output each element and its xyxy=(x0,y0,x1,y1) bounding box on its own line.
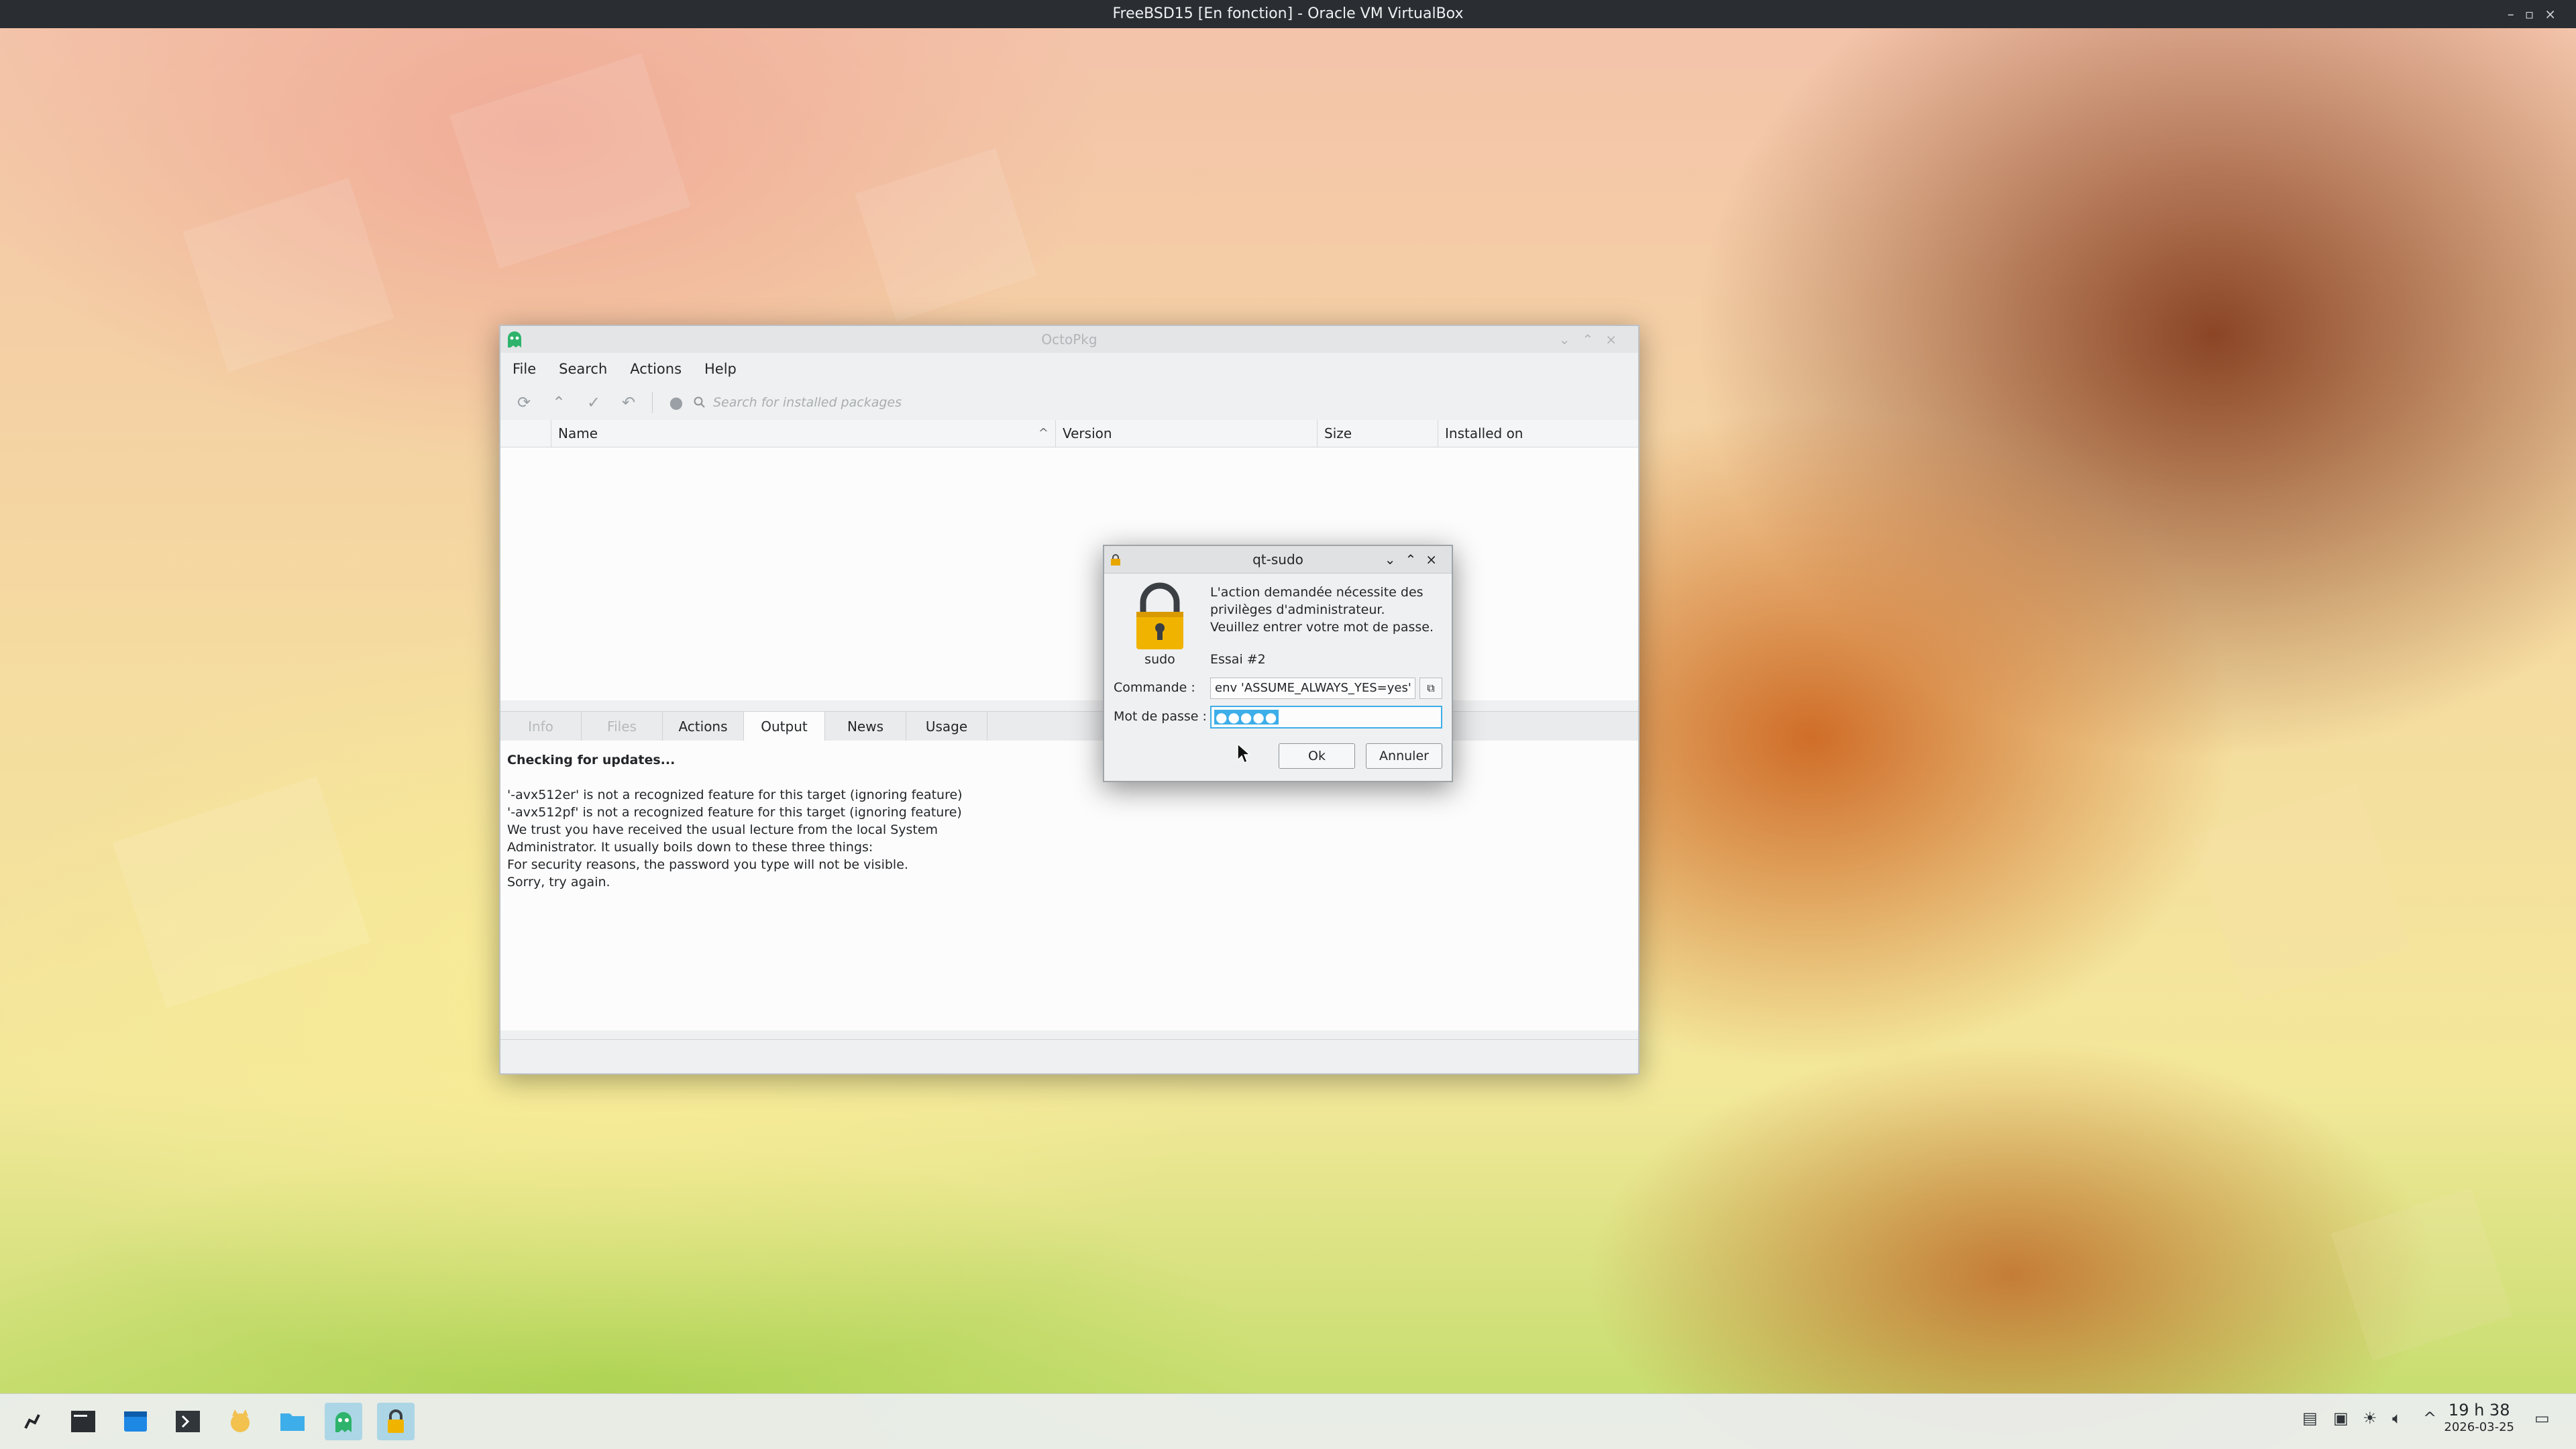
output-line: Sorry, try again. xyxy=(507,875,610,890)
qt-sudo-dialog: qt-sudo ⌄⌃× sudo L'action demandée néces… xyxy=(1103,545,1453,782)
mouse-cursor-icon xyxy=(1237,743,1251,764)
details-tabs: Info Files Actions Output News Usage xyxy=(500,711,1638,741)
tab-info[interactable]: Info xyxy=(500,712,582,741)
command-field[interactable]: env 'ASSUME_ALWAYS_YES=yes' / xyxy=(1210,678,1415,699)
tab-usage[interactable]: Usage xyxy=(906,712,987,741)
octopkg-window-controls[interactable]: ⌄⌃× xyxy=(1559,326,1629,353)
output-heading: Checking for updates... xyxy=(507,753,676,767)
output-line: '-avx512pf' is not a recognized feature … xyxy=(507,805,962,820)
output-line: Administrator. It usually boils down to … xyxy=(507,840,873,855)
ghost-icon xyxy=(335,1412,352,1432)
package-table: Name ^ Version Size Installed on xyxy=(500,420,1638,700)
package-search-field[interactable]: Search for installed packages xyxy=(693,395,902,410)
tab-files[interactable]: Files xyxy=(582,712,663,741)
clipboard-icon[interactable]: ▤ xyxy=(2302,1409,2318,1428)
taskbar-fox-app[interactable] xyxy=(221,1403,259,1440)
toolbar: ⟳ ⌃ ✓ ↶ ● Search for installed packages xyxy=(500,385,1638,421)
command-label: Commande : xyxy=(1114,680,1195,695)
taskbar-octopkg[interactable] xyxy=(325,1403,362,1440)
output-line: For security reasons, the password you t… xyxy=(507,857,908,872)
menu-file[interactable]: File xyxy=(513,361,536,377)
volume-icon[interactable]: 🔈︎ xyxy=(2392,1409,2402,1428)
cancel-button[interactable]: Annuler xyxy=(1366,743,1442,769)
menu-search[interactable]: Search xyxy=(559,361,607,377)
folder-icon xyxy=(280,1413,305,1431)
lock-icon xyxy=(388,1409,404,1433)
column-version[interactable]: Version xyxy=(1056,420,1318,447)
console-icon xyxy=(176,1411,200,1432)
dialog-window-controls[interactable]: ⌄⌃× xyxy=(1385,546,1446,573)
output-line: We trust you have received the usual lec… xyxy=(507,822,938,837)
brightness-icon[interactable]: ☀ xyxy=(2363,1409,2377,1428)
tab-output[interactable]: Output xyxy=(744,712,825,741)
password-value: ●●●●● xyxy=(1214,709,1279,725)
vm-window-title: FreeBSD15 [En fonction] - Oracle VM Virt… xyxy=(1112,5,1464,22)
menu-help[interactable]: Help xyxy=(704,361,737,377)
attempt-counter: Essai #2 xyxy=(1210,652,1266,667)
status-bar xyxy=(500,1039,1638,1073)
column-name[interactable]: Name ^ xyxy=(551,420,1056,447)
clock-time: 19 h 38 xyxy=(2448,1401,2510,1419)
taskbar-file-manager[interactable] xyxy=(274,1403,311,1440)
tab-news[interactable]: News xyxy=(825,712,906,741)
terminal-icon xyxy=(71,1411,95,1432)
copy-icon: ⧉ xyxy=(1427,682,1435,694)
sudo-label: sudo xyxy=(1144,652,1175,667)
package-table-header: Name ^ Version Size Installed on xyxy=(500,420,1638,447)
sort-ascending-icon: ^ xyxy=(1038,426,1049,440)
toolbar-separator xyxy=(652,392,653,413)
tray-expand-icon[interactable]: ^ xyxy=(2423,1409,2436,1428)
octopkg-title: OctoPkg xyxy=(1041,331,1097,347)
column-installed-on[interactable]: Installed on xyxy=(1438,420,1638,447)
copy-command-button[interactable]: ⧉ xyxy=(1419,678,1442,699)
column-status[interactable] xyxy=(500,420,551,447)
dialog-message: L'action demandée nécessite des privilèg… xyxy=(1210,585,1434,635)
dialog-titlebar: qt-sudo ⌄⌃× xyxy=(1104,546,1452,574)
output-line: '-avx512er' is not a recognized feature … xyxy=(507,788,963,802)
octopkg-window: OctoPkg ⌄⌃× File Search Actions Help ⟳ ⌃… xyxy=(499,325,1640,1075)
password-field[interactable]: ●●●●● xyxy=(1210,706,1442,729)
tab-actions[interactable]: Actions xyxy=(663,712,744,741)
octopkg-titlebar: OctoPkg ⌄⌃× xyxy=(500,326,1638,353)
search-icon xyxy=(694,396,705,408)
start-menu-button[interactable] xyxy=(13,1403,51,1440)
output-panel: Checking for updates... '-avx512er' is n… xyxy=(500,741,1638,1030)
search-placeholder: Search for installed packages xyxy=(713,395,902,410)
taskbar-terminal[interactable] xyxy=(64,1403,102,1440)
password-label: Mot de passe : xyxy=(1114,709,1207,724)
vm-window-titlebar: FreeBSD15 [En fonction] - Oracle VM Virt… xyxy=(0,0,2576,28)
package-icon xyxy=(124,1411,147,1432)
menu-actions[interactable]: Actions xyxy=(630,361,682,377)
column-size[interactable]: Size xyxy=(1318,420,1438,447)
rollback-icon[interactable]: ↶ xyxy=(617,391,640,414)
start-menu-icon xyxy=(24,1414,40,1429)
taskbar-console[interactable] xyxy=(169,1403,207,1440)
clock-date: 2026-03-25 xyxy=(2444,1420,2514,1434)
globe-icon[interactable]: ● xyxy=(665,391,688,414)
show-desktop-icon[interactable]: ▭ xyxy=(2534,1409,2550,1428)
upgrade-icon[interactable]: ⌃ xyxy=(547,391,570,414)
menu-bar: File Search Actions Help xyxy=(500,353,1638,385)
clock[interactable]: 19 h 38 2026-03-25 xyxy=(2444,1401,2514,1436)
taskbar: ▤ ▣ ☀ 🔈︎ ^ 19 h 38 2026-03-25 ▭ xyxy=(0,1393,2576,1449)
taskbar-qt-sudo[interactable] xyxy=(377,1403,415,1440)
padlock-icon xyxy=(1136,582,1183,649)
sync-icon[interactable]: ⟳ xyxy=(513,391,535,414)
network-icon[interactable]: ▣ xyxy=(2333,1409,2349,1428)
commit-check-icon[interactable]: ✓ xyxy=(582,391,605,414)
fox-icon xyxy=(231,1409,250,1432)
taskbar-package-manager[interactable] xyxy=(117,1403,154,1440)
vm-window-controls[interactable]: –▫× xyxy=(2508,0,2567,28)
ok-button[interactable]: Ok xyxy=(1279,743,1355,769)
